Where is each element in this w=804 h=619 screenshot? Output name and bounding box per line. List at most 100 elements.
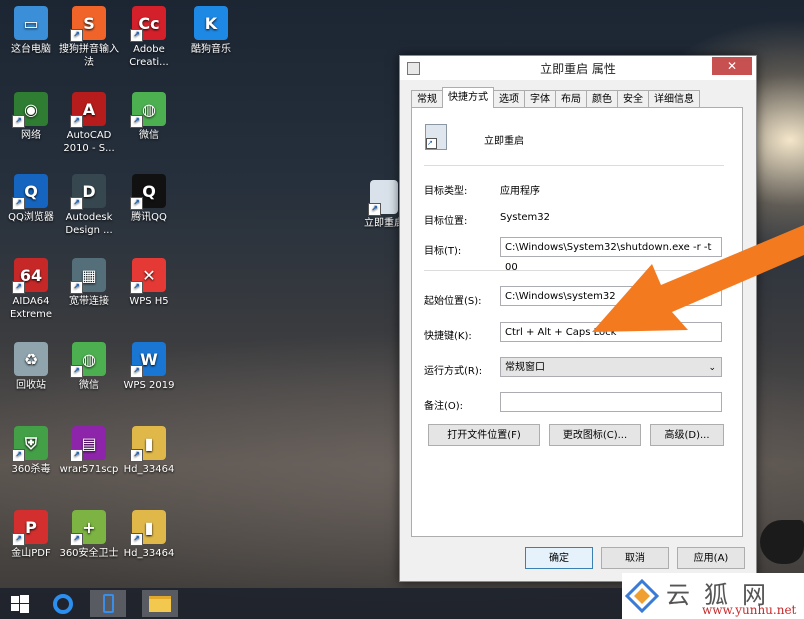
- desktop-icon[interactable]: K 酷狗音乐: [180, 6, 242, 56]
- apply-button[interactable]: 应用(A): [677, 547, 745, 569]
- start-in-field[interactable]: C:\Windows\system32: [500, 286, 722, 306]
- desktop-icon[interactable]: + ↗ 360安全卫士: [58, 510, 120, 560]
- desktop-icon[interactable]: 64 ↗ AIDA64 Extreme: [0, 258, 62, 321]
- taskbar-phone-app[interactable]: [90, 590, 126, 617]
- desktop-icon[interactable]: ◍ ↗ 微信: [58, 342, 120, 392]
- target-label: 目标(T):: [424, 246, 462, 257]
- app-icon: + ↗: [70, 510, 106, 546]
- phone-icon: [102, 594, 114, 613]
- app-icon: ◉ ↗: [12, 92, 48, 128]
- desktop-icon-label: 酷狗音乐: [191, 44, 231, 55]
- start-button[interactable]: [2, 590, 38, 617]
- desktop-icon-label: 微信: [139, 130, 159, 141]
- cancel-button[interactable]: 取消: [601, 547, 669, 569]
- target-field[interactable]: C:\Windows\System32\shutdown.exe -r -t 0…: [500, 237, 722, 273]
- tab-font[interactable]: 字体: [524, 90, 556, 108]
- tab-general[interactable]: 常规: [411, 90, 443, 108]
- desktop-icon[interactable]: ▮ ↗ Hd_33464: [118, 510, 180, 560]
- advanced-button[interactable]: 高级(D)...: [650, 424, 724, 446]
- open-file-location-button[interactable]: 打开文件位置(F): [428, 424, 540, 446]
- desktop-icon-label: QQ浏览器: [8, 212, 54, 223]
- desktop-icon-label: Hd_33464: [123, 464, 175, 475]
- watermark-url: www.yunhu.net: [702, 603, 797, 617]
- desktop-icon-label: wrar571scp: [59, 464, 119, 475]
- tab-options[interactable]: 选项: [493, 90, 525, 108]
- chevron-down-icon: ⌄: [708, 363, 716, 373]
- run-select-value: 常规窗口: [505, 362, 545, 373]
- shortcut-arrow-icon: ↗: [70, 533, 83, 546]
- desktop-icon[interactable]: ⛨ ↗ 360杀毒: [0, 426, 62, 476]
- watermark: 云狐网 www.yunhu.net: [622, 573, 804, 619]
- qq-browser-icon: [53, 593, 73, 614]
- desktop-icon[interactable]: D ↗ Autodesk Design ...: [58, 174, 120, 237]
- desktop-icon-label: 微信: [79, 380, 99, 391]
- run-label: 运行方式(R):: [424, 366, 483, 377]
- tab-details[interactable]: 详细信息: [648, 90, 700, 108]
- desktop-icon[interactable]: Q ↗ QQ浏览器: [0, 174, 62, 224]
- app-icon: ▦ ↗: [70, 258, 106, 294]
- ok-button[interactable]: 确定: [525, 547, 593, 569]
- taskbar-qq-browser[interactable]: [45, 590, 81, 617]
- shortcut-arrow-icon: ↗: [70, 281, 83, 294]
- app-icon: ⛨ ↗: [12, 426, 48, 462]
- folder-icon: [149, 595, 171, 612]
- desktop-icon[interactable]: ▭ 这台电脑: [0, 6, 62, 56]
- desktop-icon[interactable]: ◉ ↗ 网络: [0, 92, 62, 142]
- app-icon: Cc ↗: [130, 6, 166, 42]
- desktop-icon-label: 网络: [21, 130, 41, 141]
- tab-shortcut[interactable]: 快捷方式: [442, 87, 494, 108]
- dialog-titlebar[interactable]: 立即重启 属性 ✕: [400, 56, 756, 80]
- desktop-icon[interactable]: ▤ ↗ wrar571scp: [58, 426, 120, 476]
- window-icon: [407, 62, 420, 75]
- desktop-icon-label: 金山PDF: [11, 548, 51, 559]
- shortcut-arrow-icon: ↗: [130, 281, 143, 294]
- run-select[interactable]: 常规窗口 ⌄: [500, 357, 722, 377]
- app-icon: Q ↗: [12, 174, 48, 210]
- shortcut-icon: ↗: [368, 180, 398, 216]
- app-icon: ◍ ↗: [130, 92, 166, 128]
- app-icon: ▭: [14, 6, 48, 40]
- desktop-icon[interactable]: W ↗ WPS 2019: [118, 342, 180, 392]
- desktop-icon-label: 360安全卫士: [59, 548, 119, 559]
- shortcut-panel: ↗ 立即重启 目标类型: 应用程序 目标位置: System32 目标(T): …: [411, 107, 743, 537]
- shortcut-arrow-icon: ↗: [130, 449, 143, 462]
- desktop-icon[interactable]: ♻ 回收站: [0, 342, 62, 392]
- app-icon: D ↗: [70, 174, 106, 210]
- desktop-icon[interactable]: P ↗ 金山PDF: [0, 510, 62, 560]
- change-icon-button[interactable]: 更改图标(C)...: [549, 424, 641, 446]
- desktop-icon-label: WPS H5: [129, 296, 169, 307]
- desktop-icon[interactable]: ▦ ↗ 宽带连接: [58, 258, 120, 308]
- hotkey-field[interactable]: Ctrl + Alt + Caps Lock: [500, 322, 722, 342]
- desktop-icon-label: 360杀毒: [11, 464, 51, 475]
- desktop-icon[interactable]: ✕ ↗ WPS H5: [118, 258, 180, 308]
- desktop-shortcut-restart[interactable]: ↗ 立即重启: [364, 180, 404, 230]
- tab-layout[interactable]: 布局: [555, 90, 587, 108]
- close-button[interactable]: ✕: [712, 57, 752, 75]
- app-icon: S ↗: [70, 6, 106, 42]
- target-type-label: 目标类型:: [424, 186, 468, 197]
- partial-desktop-icon[interactable]: [760, 520, 804, 564]
- properties-dialog: 立即重启 属性 ✕ 常规 快捷方式 选项 字体 布局 颜色 安全 详细信息 ↗ …: [399, 55, 757, 582]
- fox-logo-icon: [625, 579, 659, 613]
- app-icon: K: [194, 6, 228, 40]
- desktop-icon-label: 宽带连接: [69, 296, 109, 307]
- desktop-icon[interactable]: A ↗ AutoCAD 2010 - S...: [58, 92, 120, 155]
- shortcut-arrow-icon: ↗: [70, 365, 83, 378]
- desktop-icon-label: 这台电脑: [11, 44, 51, 55]
- desktop-icon-label: 搜狗拼音输入法: [59, 44, 119, 68]
- desktop-icon[interactable]: Q ↗ 腾讯QQ: [118, 174, 180, 224]
- start-in-label: 起始位置(S):: [424, 296, 482, 307]
- tab-security[interactable]: 安全: [617, 90, 649, 108]
- desktop-icon[interactable]: Cc ↗ Adobe Creati...: [118, 6, 180, 69]
- shortcut-arrow-icon: ↗: [12, 115, 25, 128]
- taskbar-file-explorer[interactable]: [142, 590, 178, 617]
- app-icon: ✕ ↗: [130, 258, 166, 294]
- shortcut-arrow-icon: ↗: [130, 29, 143, 42]
- desktop-icon[interactable]: S ↗ 搜狗拼音输入法: [58, 6, 120, 69]
- app-icon: ▮ ↗: [130, 426, 166, 462]
- desktop-icon[interactable]: ▮ ↗ Hd_33464: [118, 426, 180, 476]
- tab-colors[interactable]: 颜色: [586, 90, 618, 108]
- shortcut-arrow-icon: ↗: [130, 115, 143, 128]
- comment-field[interactable]: [500, 392, 722, 412]
- desktop-icon[interactable]: ◍ ↗ 微信: [118, 92, 180, 142]
